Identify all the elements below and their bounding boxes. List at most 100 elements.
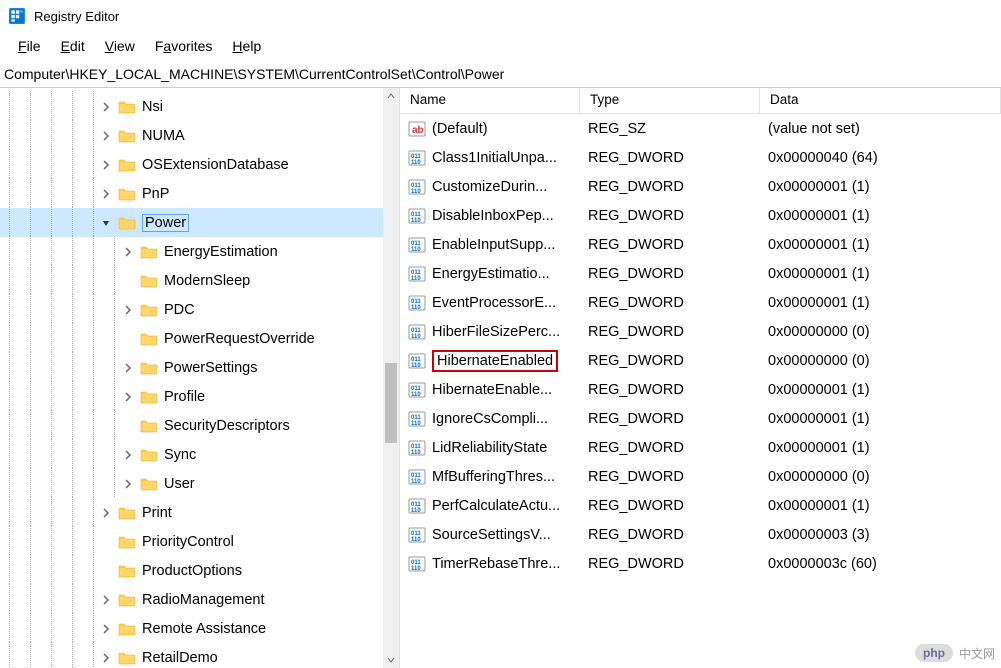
cell-type: REG_SZ <box>580 119 760 139</box>
dword-value-icon <box>408 381 426 399</box>
tree-item[interactable]: PowerRequestOverride <box>0 324 399 353</box>
tree-item[interactable]: PowerSettings <box>0 353 399 382</box>
tree-item[interactable]: Print <box>0 498 399 527</box>
folder-icon <box>140 389 158 405</box>
list-body: (Default)REG_SZ(value not set)Class1Init… <box>400 114 1001 578</box>
tree-item[interactable]: Power <box>0 208 399 237</box>
scroll-up-button[interactable] <box>383 88 399 104</box>
list-row[interactable]: DisableInboxPep...REG_DWORD0x00000001 (1… <box>400 201 1001 230</box>
folder-icon <box>118 186 136 202</box>
chevron-right-icon[interactable] <box>98 592 114 608</box>
chevron-right-icon[interactable] <box>120 244 136 260</box>
list-header: Name Type Data <box>400 88 1001 114</box>
dword-value-icon <box>408 178 426 196</box>
tree-item[interactable]: SecurityDescriptors <box>0 411 399 440</box>
tree-item[interactable]: ProductOptions <box>0 556 399 585</box>
cell-name: HibernateEnabled <box>400 348 580 374</box>
list-row[interactable]: HiberFileSizePerc...REG_DWORD0x00000000 … <box>400 317 1001 346</box>
menu-favorites[interactable]: Favorites <box>145 36 223 56</box>
tree-item-label: PowerRequestOverride <box>164 331 315 347</box>
folder-icon <box>118 128 136 144</box>
list-row[interactable]: PerfCalculateActu...REG_DWORD0x00000001 … <box>400 491 1001 520</box>
folder-icon <box>118 592 136 608</box>
list-row[interactable]: TimerRebaseThre...REG_DWORD0x0000003c (6… <box>400 549 1001 578</box>
tree-item[interactable]: Nsi <box>0 92 399 121</box>
cell-name: DisableInboxPep... <box>400 205 580 227</box>
col-header-data[interactable]: Data <box>760 88 1001 113</box>
list-row[interactable]: Class1InitialUnpa...REG_DWORD0x00000040 … <box>400 143 1001 172</box>
chevron-down-icon[interactable] <box>98 215 114 231</box>
list-row[interactable]: EnableInputSupp...REG_DWORD0x00000001 (1… <box>400 230 1001 259</box>
tree-item[interactable]: PnP <box>0 179 399 208</box>
tree-item[interactable]: RetailDemo <box>0 643 399 668</box>
chevron-right-icon[interactable] <box>98 99 114 115</box>
chevron-right-icon[interactable] <box>98 186 114 202</box>
list-row[interactable]: MfBufferingThres...REG_DWORD0x00000000 (… <box>400 462 1001 491</box>
chevron-right-icon[interactable] <box>120 360 136 376</box>
cell-data: 0x00000001 (1) <box>760 496 1001 516</box>
tree-item-label: SecurityDescriptors <box>164 418 290 434</box>
value-name-text: MfBufferingThres... <box>432 469 555 485</box>
list-row[interactable]: (Default)REG_SZ(value not set) <box>400 114 1001 143</box>
dword-value-icon <box>408 265 426 283</box>
menu-edit[interactable]: Edit <box>51 36 95 56</box>
tree-scrollbar[interactable] <box>383 88 399 668</box>
tree-item[interactable]: Profile <box>0 382 399 411</box>
value-name-text: HibernateEnabled <box>432 350 558 372</box>
string-value-icon <box>408 120 426 138</box>
menu-help[interactable]: Help <box>222 36 271 56</box>
chevron-right-icon[interactable] <box>98 157 114 173</box>
col-header-name[interactable]: Name <box>400 88 580 113</box>
tree-item-label: ModernSleep <box>164 273 250 289</box>
dword-value-icon <box>408 207 426 225</box>
chevron-right-icon[interactable] <box>120 302 136 318</box>
chevron-right-icon[interactable] <box>98 505 114 521</box>
main-panel: NsiNUMAOSExtensionDatabasePnP Power Energy… <box>0 88 1001 668</box>
chevron-right-icon[interactable] <box>98 621 114 637</box>
cell-type: REG_DWORD <box>580 351 760 371</box>
menu-view[interactable]: View <box>95 36 145 56</box>
tree-item-label: Profile <box>164 389 205 405</box>
tree-item[interactable]: User <box>0 469 399 498</box>
tree-item-label: Power <box>142 214 189 232</box>
tree-item[interactable]: OSExtensionDatabase <box>0 150 399 179</box>
list-row[interactable]: IgnoreCsCompli...REG_DWORD0x00000001 (1) <box>400 404 1001 433</box>
dword-value-icon <box>408 149 426 167</box>
col-header-type[interactable]: Type <box>580 88 760 113</box>
tree-item[interactable]: PDC <box>0 295 399 324</box>
value-name-text: EnableInputSupp... <box>432 237 555 253</box>
chevron-right-icon[interactable] <box>120 389 136 405</box>
menu-file[interactable]: File <box>8 36 51 56</box>
list-row[interactable]: EventProcessorE...REG_DWORD0x00000001 (1… <box>400 288 1001 317</box>
address-bar[interactable]: Computer\HKEY_LOCAL_MACHINE\SYSTEM\Curre… <box>0 60 1001 88</box>
list-row[interactable]: SourceSettingsV...REG_DWORD0x00000003 (3… <box>400 520 1001 549</box>
tree-item[interactable]: PriorityControl <box>0 527 399 556</box>
tree-item[interactable]: NUMA <box>0 121 399 150</box>
cell-name: SourceSettingsV... <box>400 524 580 546</box>
list-row[interactable]: EnergyEstimatio...REG_DWORD0x00000001 (1… <box>400 259 1001 288</box>
list-row[interactable]: CustomizeDurin...REG_DWORD0x00000001 (1) <box>400 172 1001 201</box>
cell-data: 0x00000001 (1) <box>760 177 1001 197</box>
folder-icon <box>118 157 136 173</box>
list-row[interactable]: LidReliabilityStateREG_DWORD0x00000001 (… <box>400 433 1001 462</box>
chevron-right-icon[interactable] <box>98 650 114 666</box>
dword-value-icon <box>408 323 426 341</box>
tree-item[interactable]: Sync <box>0 440 399 469</box>
folder-icon <box>118 505 136 521</box>
cell-name: LidReliabilityState <box>400 437 580 459</box>
tree-item[interactable]: EnergyEstimation <box>0 237 399 266</box>
tree-item[interactable]: RadioManagement <box>0 585 399 614</box>
folder-icon <box>118 650 136 666</box>
list-row[interactable]: HibernateEnabledREG_DWORD0x00000000 (0) <box>400 346 1001 375</box>
tree-item[interactable]: ModernSleep <box>0 266 399 295</box>
tree-item[interactable]: Remote Assistance <box>0 614 399 643</box>
chevron-right-icon[interactable] <box>120 447 136 463</box>
watermark-text: 中文网 <box>959 645 995 662</box>
list-row[interactable]: HibernateEnable...REG_DWORD0x00000001 (1… <box>400 375 1001 404</box>
tree-item-label: Remote Assistance <box>142 621 266 637</box>
dword-value-icon <box>408 497 426 515</box>
scroll-down-button[interactable] <box>383 652 399 668</box>
chevron-right-icon[interactable] <box>98 128 114 144</box>
scroll-thumb[interactable] <box>385 363 397 443</box>
chevron-right-icon[interactable] <box>120 476 136 492</box>
